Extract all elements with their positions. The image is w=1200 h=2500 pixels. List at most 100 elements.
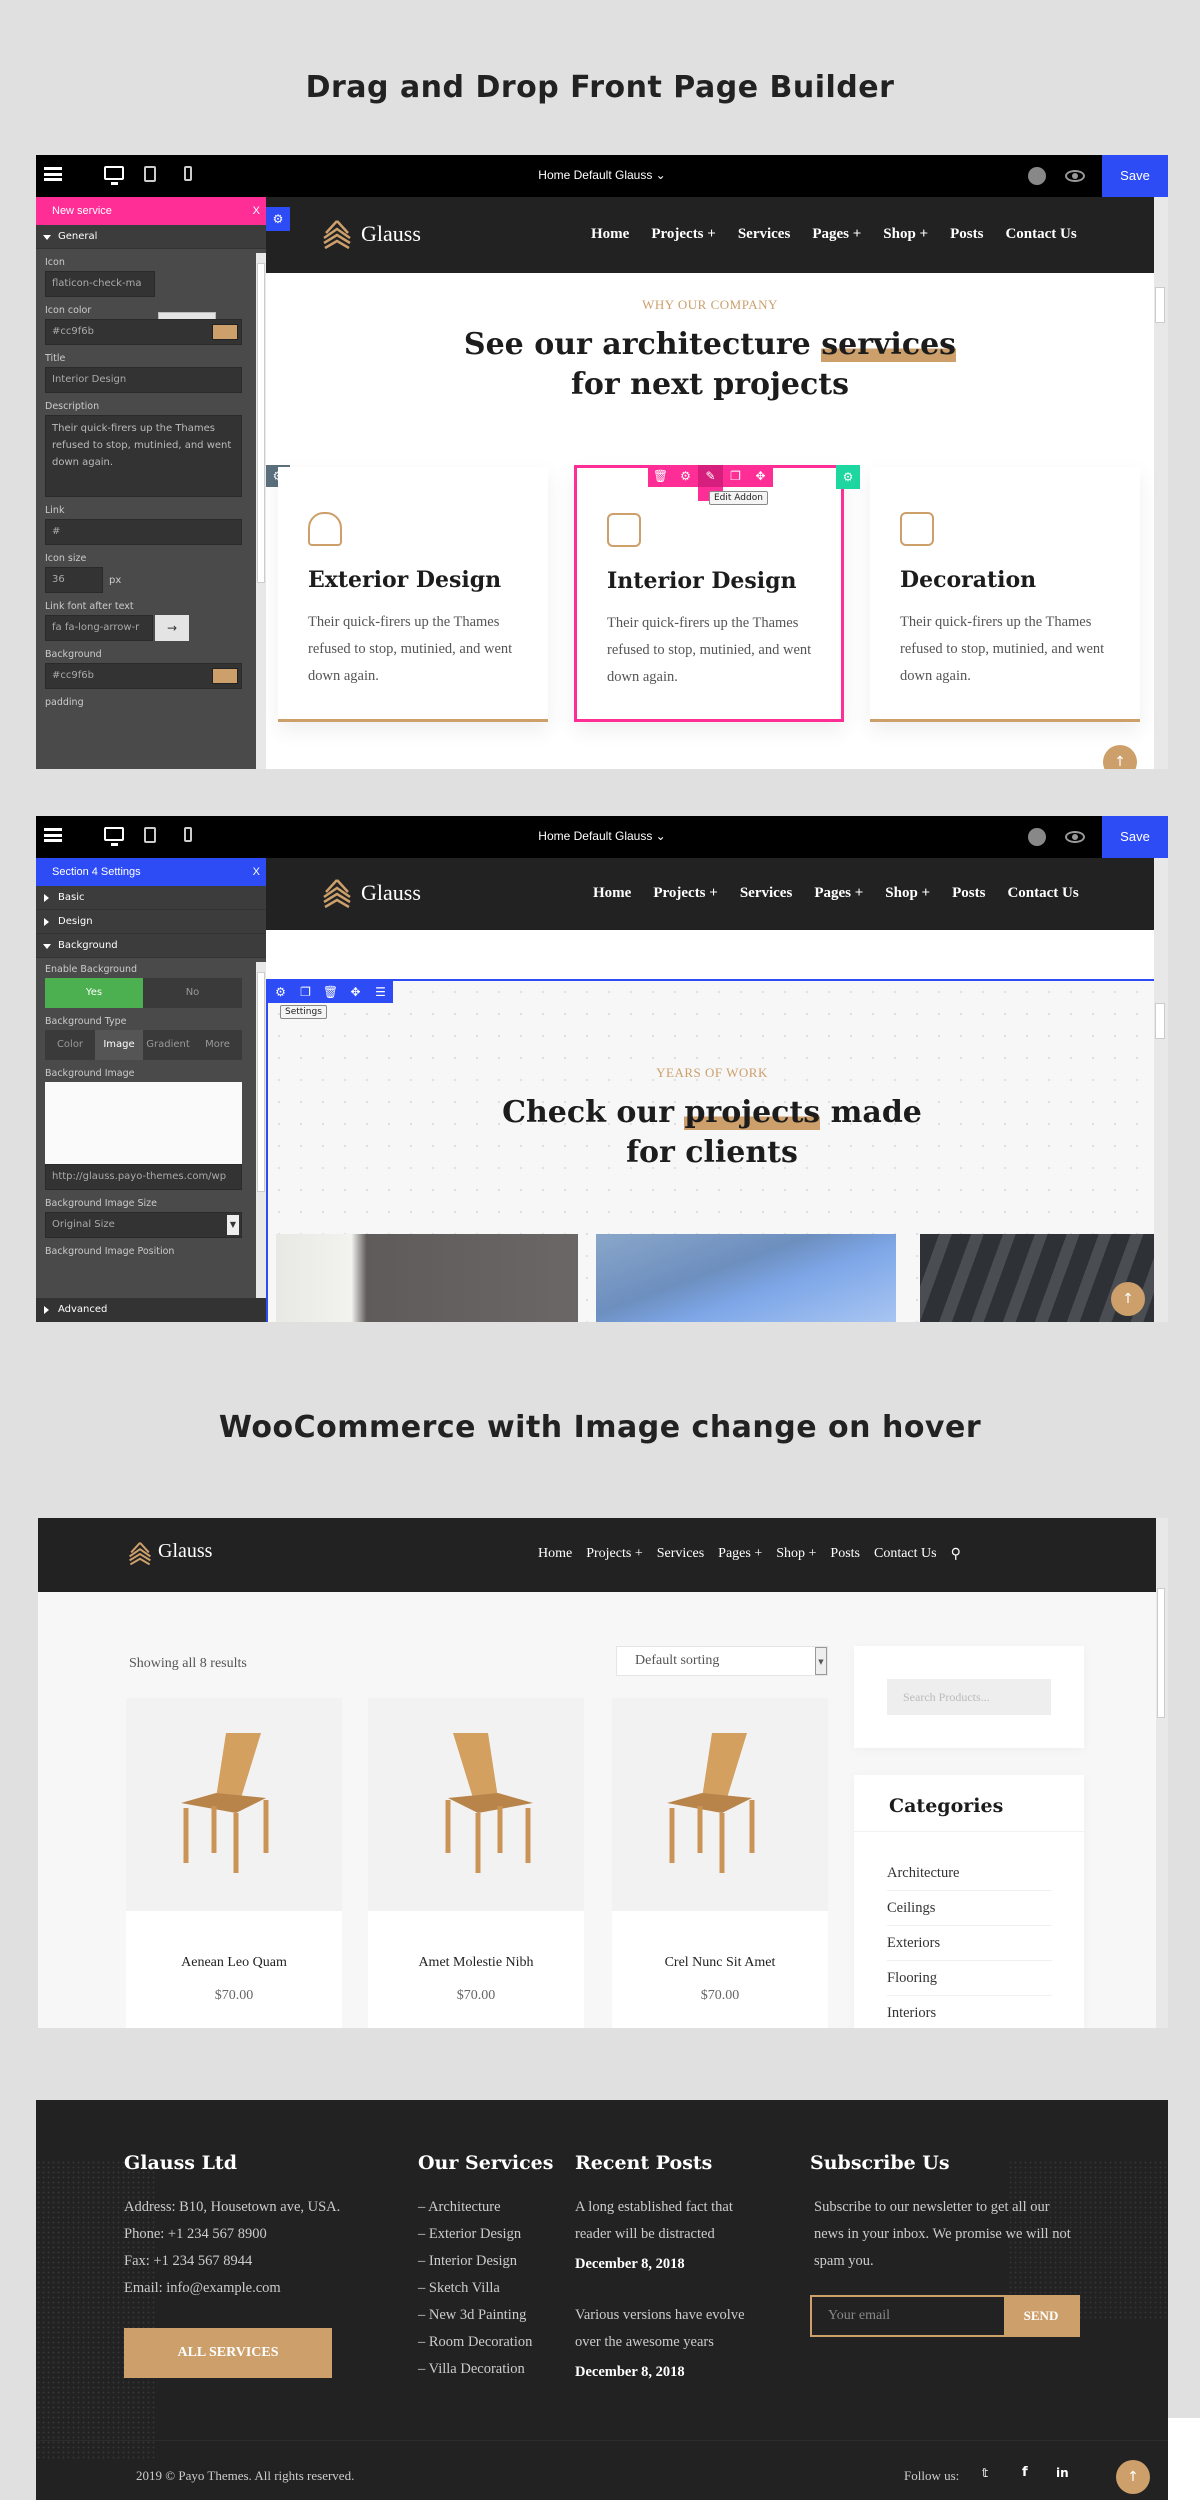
site-logo[interactable]: Glauss — [361, 880, 421, 906]
bg-size-select[interactable]: Original Size ▼ — [45, 1212, 242, 1238]
nav-services[interactable]: Services — [740, 885, 792, 902]
product-name[interactable]: Aenean Leo Quam — [126, 1955, 342, 1971]
save-button[interactable]: Save — [1102, 155, 1168, 197]
delete-icon[interactable]: 🗑 — [648, 465, 673, 487]
service-card[interactable]: Decoration Their quick-firers up the Tha… — [870, 467, 1140, 722]
nav-home[interactable]: Home — [591, 226, 629, 243]
background-color-field[interactable]: #cc9f6b — [45, 663, 242, 689]
page-selector[interactable]: Home Default Glauss ⌄ — [36, 829, 1168, 843]
edit-icon[interactable]: ✎ — [698, 465, 723, 487]
accordion-general[interactable]: General — [36, 225, 266, 249]
footer-service-link[interactable]: – New 3d Painting — [418, 2302, 526, 2329]
section-settings-button[interactable]: ⚙ — [266, 207, 290, 231]
nav-shop[interactable]: Shop + — [883, 226, 928, 243]
product-card[interactable]: Aenean Leo Quam $70.00 — [126, 1698, 342, 2028]
bg-type-more[interactable]: More — [193, 1030, 242, 1060]
icon-size-stepper[interactable]: 36 — [45, 567, 103, 593]
link-font-field[interactable]: fa fa-long-arrow-r — [45, 615, 153, 641]
row-settings-button[interactable]: ⚙ — [836, 465, 860, 489]
all-services-button[interactable]: ALL SERVICES — [124, 2328, 332, 2378]
scroll-top-button[interactable]: ↑ — [1111, 1282, 1145, 1316]
settings-gear-icon[interactable] — [1028, 828, 1046, 846]
settings-icon[interactable]: ⚙ — [673, 465, 698, 487]
product-name[interactable]: Crel Nunc Sit Amet — [612, 1955, 828, 1971]
bg-type-gradient[interactable]: Gradient — [143, 1030, 193, 1060]
company-email[interactable]: Email: info@example.com — [124, 2275, 281, 2302]
canvas-scrollbar[interactable] — [1154, 197, 1168, 769]
duplicate-icon[interactable]: ❐ — [293, 981, 318, 1003]
link-font-preview-button[interactable]: → — [155, 615, 189, 641]
footer-service-link[interactable]: – Room Decoration — [418, 2329, 532, 2356]
recent-post-link[interactable]: Various versions have evolve over the aw… — [575, 2302, 765, 2356]
preview-eye-icon[interactable] — [1065, 170, 1085, 182]
twitter-icon[interactable]: 𝕥 — [982, 2466, 988, 2480]
send-button[interactable]: SEND — [1004, 2297, 1078, 2335]
nav-home[interactable]: Home — [593, 885, 631, 902]
menu-icon[interactable]: ☰ — [368, 981, 393, 1003]
nav-pages[interactable]: Pages + — [718, 1546, 762, 1562]
facebook-icon[interactable]: f — [1022, 2465, 1028, 2480]
service-card[interactable]: Exterior Design Their quick-firers up th… — [278, 467, 548, 722]
bg-image-url-field[interactable]: http://glauss.payo-themes.com/wp — [45, 1164, 242, 1190]
nav-posts[interactable]: Posts — [830, 1546, 860, 1562]
nav-shop[interactable]: Shop + — [776, 1546, 816, 1562]
preview-eye-icon[interactable] — [1065, 831, 1085, 843]
icon-field[interactable]: flaticon-check-ma — [45, 271, 155, 297]
product-image[interactable] — [126, 1698, 342, 1911]
product-image[interactable] — [612, 1698, 828, 1911]
selected-section[interactable]: ⚙ ❐ 🗑 ✥ ☰ Settings YEARS OF WORK Check o… — [266, 979, 1156, 1322]
footer-service-link[interactable]: – Architecture — [418, 2194, 501, 2221]
accordion-design[interactable]: Design — [36, 910, 266, 934]
icon-color-field[interactable]: #cc9f6b — [45, 319, 242, 345]
nav-services[interactable]: Services — [657, 1546, 704, 1562]
move-icon[interactable]: ✥ — [343, 981, 368, 1003]
enable-bg-yes[interactable]: Yes — [45, 978, 143, 1008]
footer-service-link[interactable]: – Exterior Design — [418, 2221, 521, 2248]
nav-pages[interactable]: Pages + — [812, 226, 861, 243]
save-button[interactable]: Save — [1102, 816, 1168, 858]
search-icon[interactable]: ⚲ — [951, 1546, 961, 1562]
title-field[interactable]: Interior Design — [45, 367, 242, 393]
product-card[interactable]: Crel Nunc Sit Amet $70.00 — [612, 1698, 828, 2028]
nav-posts[interactable]: Posts — [950, 226, 983, 243]
recent-post-link[interactable]: A long established fact that reader will… — [575, 2194, 755, 2248]
project-image-interior[interactable] — [276, 1234, 578, 1322]
accordion-basic[interactable]: Basic — [36, 886, 266, 910]
close-panel-button[interactable]: X — [253, 858, 260, 886]
search-products-input[interactable]: Search Products... — [887, 1679, 1051, 1715]
bg-type-color[interactable]: Color — [45, 1030, 95, 1060]
product-card[interactable]: Amet Molestie Nibh $70.00 — [368, 1698, 584, 2028]
nav-projects[interactable]: Projects + — [586, 1546, 643, 1562]
product-name[interactable]: Amet Molestie Nibh — [368, 1955, 584, 1971]
site-logo[interactable]: Glauss — [361, 221, 421, 247]
nav-projects[interactable]: Projects + — [651, 226, 716, 243]
scroll-top-button[interactable]: ↑ — [1103, 745, 1137, 769]
settings-icon[interactable]: ⚙ — [268, 981, 293, 1003]
nav-projects[interactable]: Projects + — [653, 885, 718, 902]
sorting-select[interactable]: Default sorting ▼ — [616, 1646, 828, 1676]
accordion-background[interactable]: Background — [36, 934, 266, 958]
product-image[interactable] — [368, 1698, 584, 1911]
move-icon[interactable]: ✥ — [748, 465, 773, 487]
linkedin-icon[interactable]: in — [1056, 2466, 1069, 2480]
icon-color-swatch[interactable] — [212, 324, 238, 340]
nav-contact[interactable]: Contact Us — [874, 1546, 937, 1562]
category-item[interactable]: Ceilings — [887, 1900, 1052, 1926]
project-image-dome[interactable] — [596, 1234, 896, 1322]
footer-service-link[interactable]: – Villa Decoration — [418, 2356, 525, 2383]
category-item[interactable]: Flooring — [887, 1970, 1052, 1996]
enable-bg-no[interactable]: No — [143, 978, 242, 1008]
panel-scrollbar[interactable] — [256, 253, 266, 769]
background-color-swatch[interactable] — [212, 668, 238, 684]
delete-icon[interactable]: 🗑 — [318, 981, 343, 1003]
panel-scrollbar[interactable] — [256, 962, 266, 1298]
description-textarea[interactable]: Their quick-firers up the Thames refused… — [45, 415, 242, 497]
close-panel-button[interactable]: X — [253, 197, 260, 225]
email-input[interactable]: Your email — [812, 2297, 1004, 2335]
shop-scrollbar[interactable] — [1156, 1518, 1168, 2028]
nav-posts[interactable]: Posts — [952, 885, 985, 902]
duplicate-icon[interactable]: ❐ — [723, 465, 748, 487]
page-selector[interactable]: Home Default Glauss ⌄ — [36, 168, 1168, 182]
nav-pages[interactable]: Pages + — [814, 885, 863, 902]
scroll-top-button[interactable]: ↑ — [1116, 2460, 1150, 2494]
